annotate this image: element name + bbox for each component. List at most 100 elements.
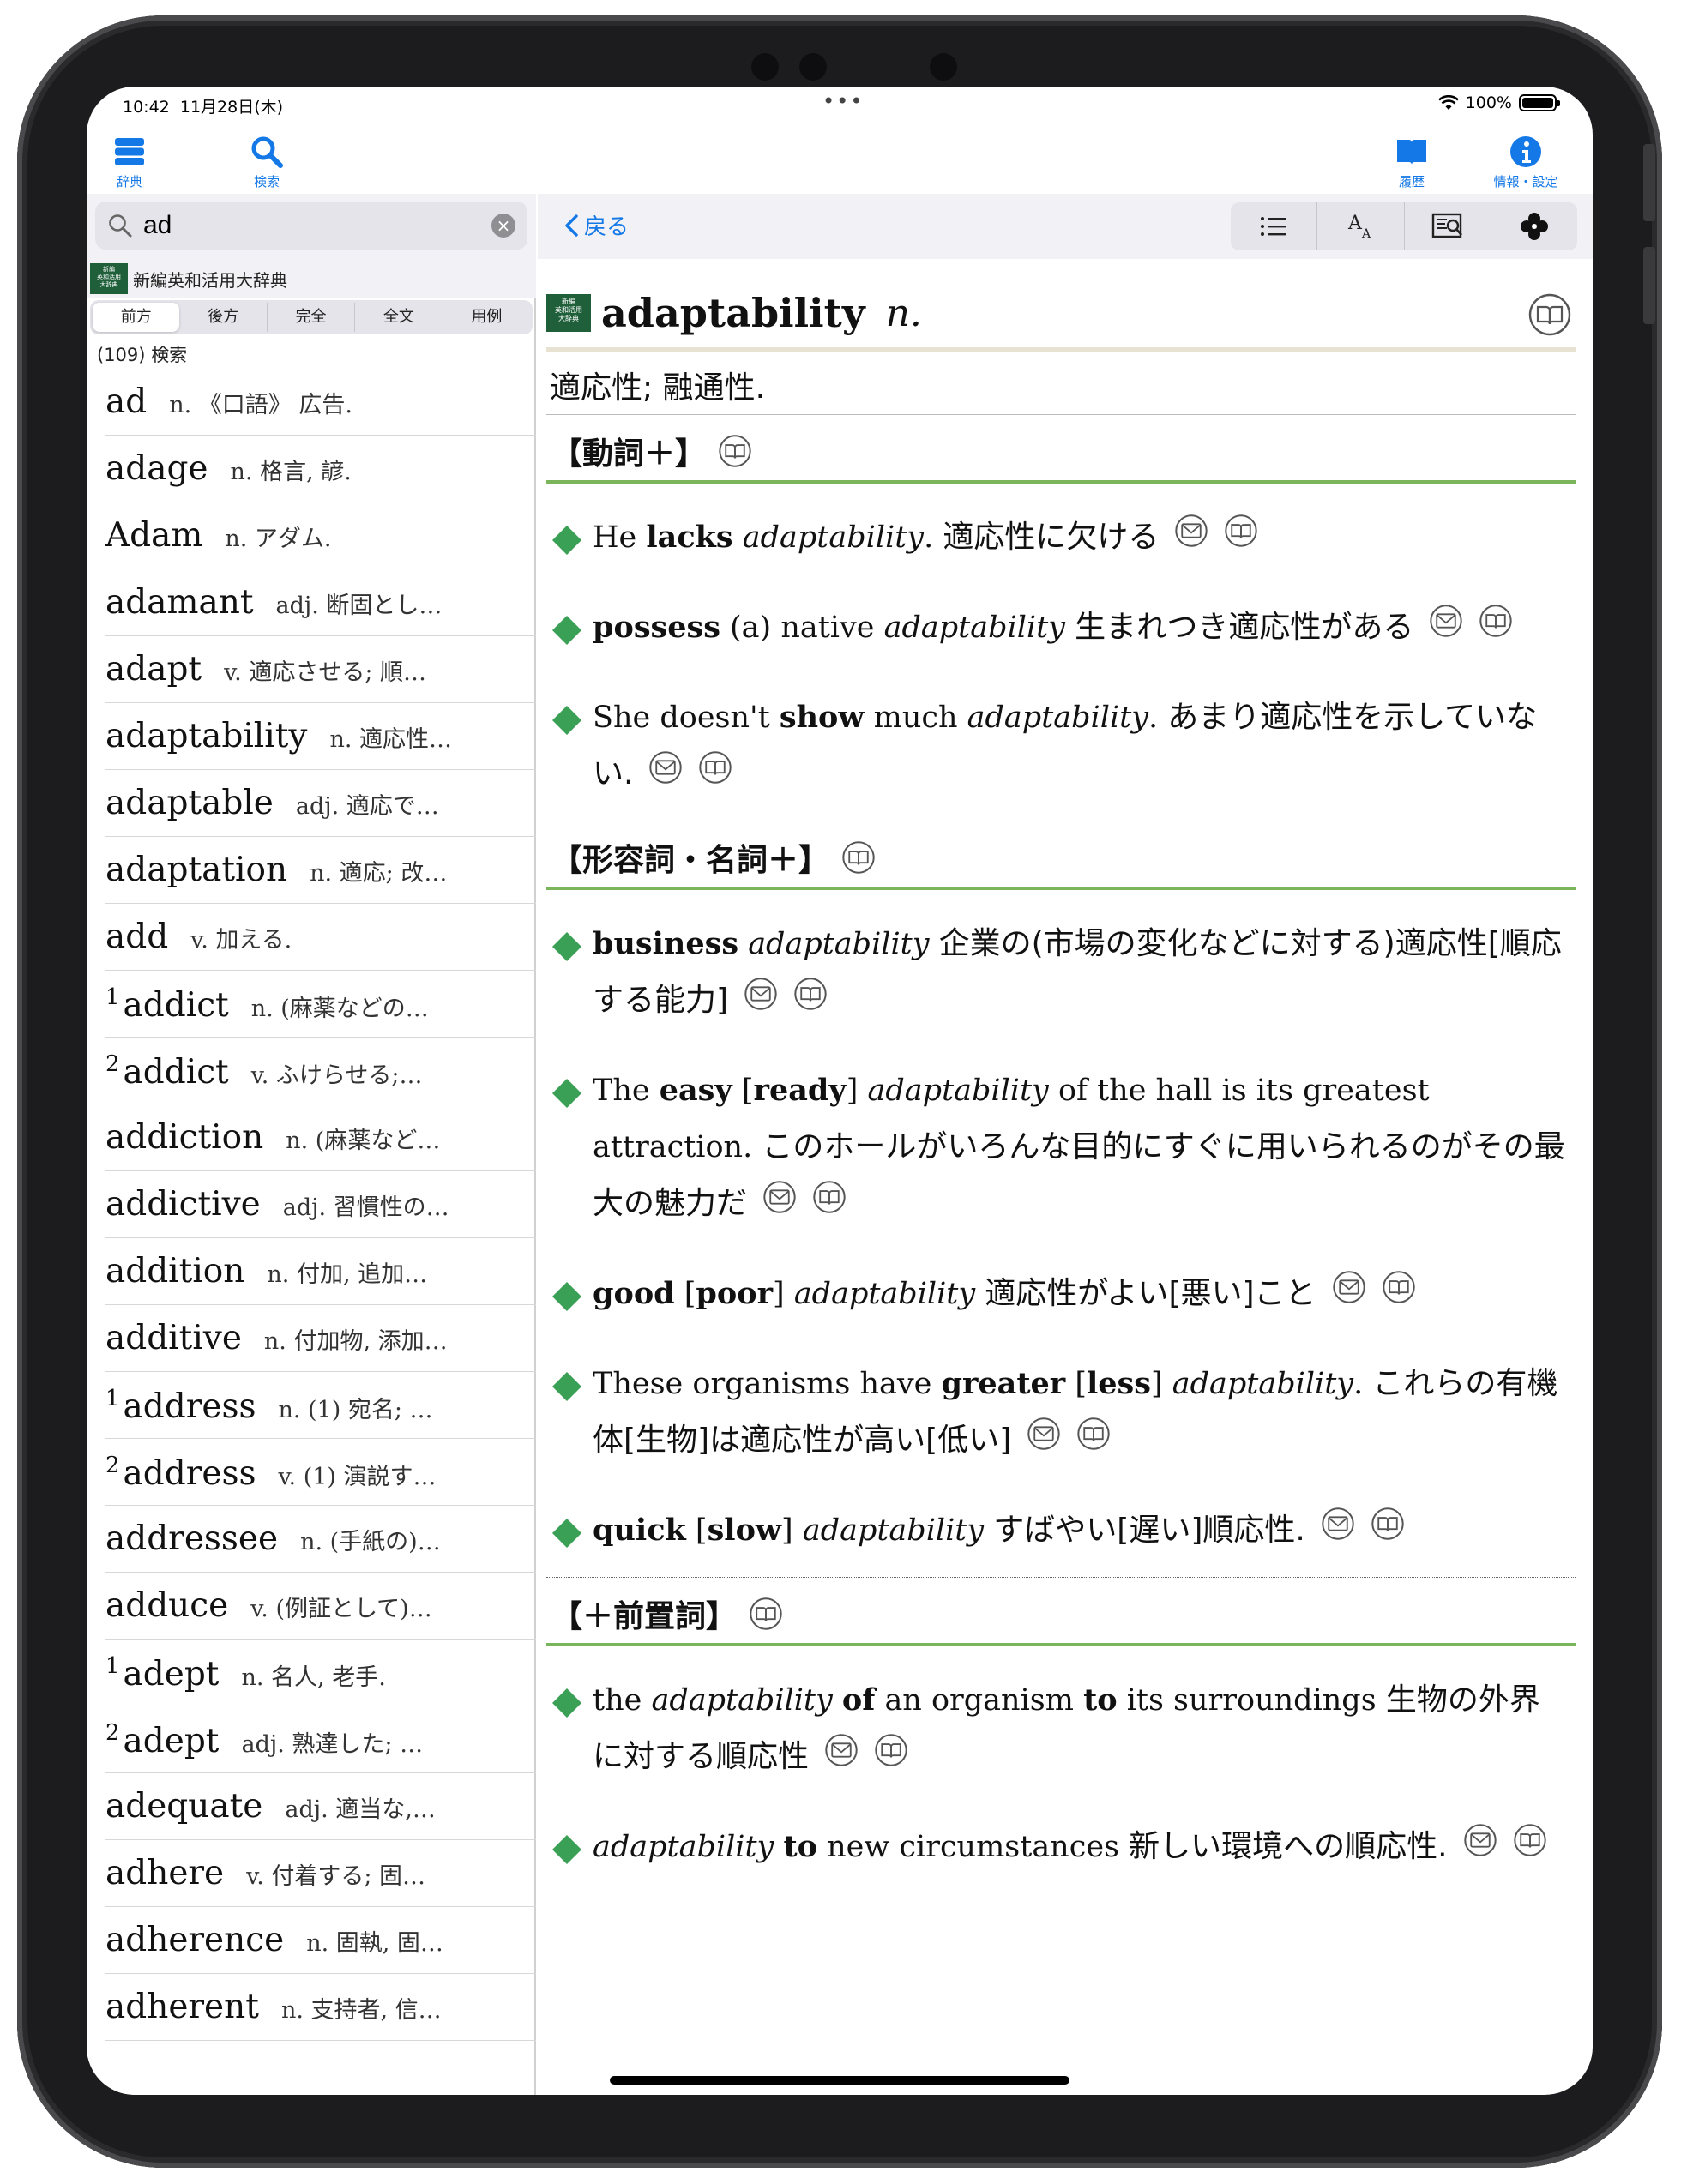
info-settings-button[interactable]: 情報・設定 [1483, 131, 1569, 190]
entry-tools: AA [1231, 202, 1577, 250]
list-item[interactable]: adherent n. 支持者, 信… [105, 1974, 536, 2041]
example-text: ] [781, 1513, 803, 1548]
list-item[interactable]: addictive adj. 習慣性の… [105, 1171, 536, 1238]
dictionary-button[interactable]: 辞典 [104, 131, 155, 190]
camera-dot [751, 53, 779, 81]
homograph-number: 1 [105, 984, 120, 1010]
list-item-word: adept [123, 1655, 220, 1694]
entry-content: 新編 英和活用 大辞典 adaptability n. 適応性; 融通性. 【動詞＋】… [546, 284, 1576, 1883]
book-icon[interactable] [793, 973, 828, 1030]
mail-icon[interactable] [1321, 1503, 1355, 1560]
list-item-definition: n. 支持者, 信… [280, 1997, 442, 2024]
list-item[interactable]: additive n. 付加物, 添加… [105, 1305, 536, 1372]
list-item-word: adage [105, 449, 208, 488]
dictionary-header[interactable]: 新編 英和活用 大辞典 新編英和活用大辞典 [87, 259, 536, 298]
book-icon[interactable] [874, 1730, 908, 1786]
example-text: The [593, 1074, 660, 1108]
search-mode-segmented-control[interactable]: 前方 後方 完全 全文 用例 [90, 300, 533, 334]
mail-icon[interactable] [1463, 1820, 1497, 1876]
list-item[interactable]: ad n. 《口語》 広告. [105, 369, 536, 436]
list-item-definition: v. (1) 演説す… [278, 1464, 437, 1490]
mail-icon[interactable] [824, 1730, 859, 1786]
list-item[interactable]: adhere v. 付着する; 固… [105, 1840, 536, 1907]
section-title: 【動詞＋】 [551, 436, 707, 472]
segment-examples[interactable]: 用例 [443, 303, 530, 332]
example-text: ] [1150, 1367, 1172, 1401]
search-input[interactable] [143, 208, 469, 243]
list-item[interactable]: 1 address n. (1) 宛名; … [105, 1372, 536, 1439]
list-button[interactable] [1231, 202, 1318, 250]
mail-icon[interactable] [648, 747, 683, 803]
book-icon[interactable] [698, 747, 732, 803]
segment-exact[interactable]: 完全 [268, 303, 356, 332]
book-icon[interactable] [1382, 1266, 1416, 1323]
example-text: adaptability [967, 701, 1148, 735]
list-item[interactable]: adapt v. 適応させる; 順… [105, 636, 536, 703]
list-item[interactable]: Adam n. アダム. [105, 502, 536, 569]
mail-icon[interactable] [762, 1176, 797, 1233]
book-icon[interactable] [718, 434, 752, 468]
info-icon [1510, 136, 1541, 167]
book-icon[interactable] [1479, 600, 1513, 657]
entry-meaning: 適応性; 融通性. [546, 352, 1576, 415]
list-item-definition: n. 付加物, 添加… [263, 1328, 448, 1355]
list-item[interactable]: adaptable adj. 適応で… [105, 770, 536, 837]
list-item[interactable]: adage n. 格言, 諺. [105, 436, 536, 502]
book-icon[interactable] [749, 1597, 783, 1631]
mail-icon[interactable] [1332, 1266, 1366, 1323]
list-item[interactable]: adaptation n. 適応; 改… [105, 837, 536, 904]
example-item: business adaptability 企業の(市場の変化などに対する)適応… [546, 890, 1576, 1037]
segment-suffix[interactable]: 後方 [179, 303, 268, 332]
list-item[interactable]: addition n. 付加, 追加… [105, 1238, 536, 1305]
list-item-definition: n. (麻薬などの… [250, 996, 429, 1022]
example-text: possess [593, 610, 720, 645]
book-icon[interactable] [1076, 1413, 1111, 1470]
segment-prefix[interactable]: 前方 [93, 303, 180, 332]
list-item[interactable]: adequate adj. 適当な,… [105, 1773, 536, 1840]
back-button[interactable]: 戻る [563, 209, 629, 241]
book-icon[interactable] [1513, 1820, 1547, 1876]
mail-icon[interactable] [744, 973, 778, 1030]
clear-icon[interactable]: × [491, 214, 515, 238]
mail-icon[interactable] [1174, 510, 1208, 567]
list-item[interactable]: 1 addict n. (麻薬などの… [105, 971, 536, 1038]
list-item[interactable]: adamant adj. 断固とし… [105, 569, 536, 636]
book-icon[interactable] [1371, 1503, 1405, 1560]
list-item[interactable]: adduce v. (例証として)… [105, 1573, 536, 1640]
example-translation: 生まれつき適応性がある [1075, 610, 1414, 645]
book-icon[interactable] [1224, 510, 1258, 567]
list-item-word: additive [105, 1319, 242, 1357]
font-size-button[interactable]: AA [1317, 202, 1405, 250]
list-item[interactable]: 2 address v. (1) 演説す… [105, 1439, 536, 1506]
segment-fulltext[interactable]: 全文 [355, 303, 443, 332]
multitasking-dots[interactable]: ••• [822, 89, 864, 113]
list-item[interactable]: 1 adept n. 名人, 老手. [105, 1640, 536, 1706]
list-item[interactable]: 2 adept adj. 熟達した; … [105, 1706, 536, 1773]
list-item[interactable]: adherence n. 固執, 固… [105, 1907, 536, 1974]
mail-icon[interactable] [1429, 600, 1463, 657]
book-icon[interactable] [841, 840, 876, 875]
section-title: 【＋前置詞】 [551, 1599, 738, 1634]
example-item: the adaptability of an organism to its s… [546, 1646, 1576, 1793]
diamond-icon [551, 1071, 582, 1108]
search-field-container[interactable]: × [95, 202, 527, 250]
book-icon[interactable] [1527, 292, 1572, 340]
list-item[interactable]: 2 addict v. ふけらせる;… [105, 1038, 536, 1104]
example-item: The easy [ready] adaptability of the hal… [546, 1037, 1576, 1240]
list-item[interactable]: add v. 加える. [105, 904, 536, 971]
book-icon[interactable] [812, 1176, 847, 1233]
list-item[interactable]: addiction n. (麻薬など… [105, 1104, 536, 1171]
home-indicator[interactable] [610, 2076, 1069, 2085]
dictionary-label: 辞典 [116, 174, 142, 190]
list-item[interactable]: adaptability n. 適応性… [105, 703, 536, 770]
list-item-definition: v. 付着する; 固… [246, 1863, 426, 1890]
search-tab-button[interactable]: 検索 [241, 131, 292, 190]
text-search-button[interactable] [1405, 202, 1491, 250]
list-item-definition: v. (例証として)… [250, 1596, 432, 1622]
history-button[interactable]: 履歴 [1386, 131, 1437, 190]
mail-icon[interactable] [1027, 1413, 1061, 1470]
list-item-definition: n. (1) 宛名; … [278, 1397, 433, 1423]
headword: adaptability [601, 290, 865, 336]
clover-button[interactable] [1491, 202, 1577, 250]
list-item[interactable]: addressee n. (手紙の)… [105, 1506, 536, 1573]
